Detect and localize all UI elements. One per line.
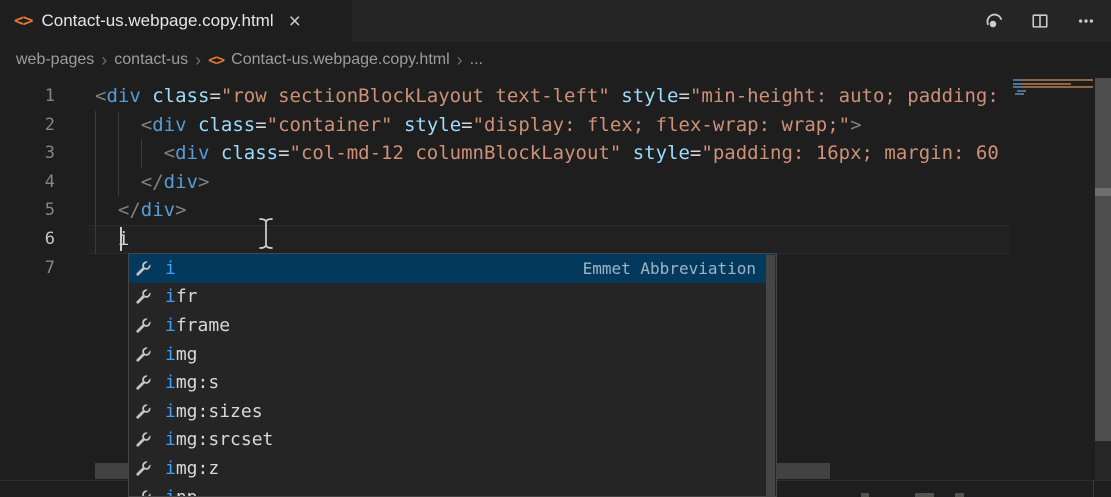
snippet-wrench-icon xyxy=(135,317,152,334)
suggest-item-i[interactable]: i Emmet Abbreviation xyxy=(129,254,776,283)
suggest-label-rest: fr xyxy=(176,286,198,307)
clipped-ui-fragment xyxy=(915,493,934,497)
suggest-label-match: i xyxy=(165,258,176,279)
line-number: 5 xyxy=(0,196,55,225)
breadcrumb-overflow[interactable]: ... xyxy=(470,51,483,69)
vertical-scrollbar[interactable] xyxy=(1095,78,1111,441)
suggest-item-img:s[interactable]: img:s xyxy=(129,368,776,397)
clipped-ui-fragment xyxy=(861,493,869,497)
suggest-item-img[interactable]: img xyxy=(129,340,776,369)
snippet-wrench-icon xyxy=(135,346,152,363)
line-number: 2 xyxy=(0,111,55,140)
suggest-label-match: i xyxy=(165,401,176,422)
suggest-label-rest: mg:z xyxy=(176,458,219,479)
mouse-ibeam-cursor xyxy=(256,217,276,255)
suggest-item-iframe[interactable]: iframe xyxy=(129,311,776,340)
suggest-item-ifr[interactable]: ifr xyxy=(129,283,776,312)
editor-tab[interactable]: <> Contact-us.webpage.copy.html × xyxy=(0,0,352,42)
suggest-detail: Emmet Abbreviation xyxy=(583,259,776,278)
overview-ruler-cursor-mark xyxy=(1095,188,1111,196)
tab-title: Contact-us.webpage.copy.html xyxy=(41,11,273,31)
clipped-ui-fragment xyxy=(955,493,964,497)
suggest-label-rest: np xyxy=(176,487,198,497)
suggest-label-match: i xyxy=(165,429,176,450)
html-file-icon: <> xyxy=(14,11,32,31)
suggest-label-rest: mg:sizes xyxy=(176,401,263,422)
snippet-wrench-icon xyxy=(135,288,152,305)
vscode-window: <> Contact-us.webpage.copy.html × xyxy=(0,0,1111,497)
suggest-label-rest: mg xyxy=(176,344,198,365)
html-file-icon: <> xyxy=(208,51,224,69)
snippet-wrench-icon xyxy=(135,431,152,448)
suggest-widget: iEmmet Abbreviationifriframeimgimg:simg:… xyxy=(128,253,777,497)
code-line[interactable]: <div class="row sectionBlockLayout text-… xyxy=(95,82,1010,111)
code-line[interactable]: </div> xyxy=(95,168,1010,197)
line-number: 4 xyxy=(0,168,55,197)
suggest-item-inp[interactable]: inp xyxy=(129,483,776,497)
split-editor-icon[interactable] xyxy=(1031,12,1049,30)
line-number: 6 xyxy=(0,225,55,254)
more-actions-icon[interactable] xyxy=(1077,12,1095,30)
close-tab-icon[interactable]: × xyxy=(289,11,301,32)
text-caret xyxy=(120,227,122,251)
suggest-label-rest: mg:srcset xyxy=(176,429,274,450)
breadcrumb-folder-contact-us[interactable]: contact-us xyxy=(114,51,188,69)
snippet-wrench-icon xyxy=(135,403,152,420)
snippet-wrench-icon xyxy=(135,460,152,477)
line-number: 1 xyxy=(0,82,55,111)
suggest-label-rest: frame xyxy=(176,315,230,336)
indent-guide xyxy=(95,111,96,254)
code-line[interactable]: <div class="col-md-12 columnBlockLayout"… xyxy=(95,139,1010,168)
suggest-item-img:z[interactable]: img:z xyxy=(129,454,776,483)
breadcrumb: web-pages › contact-us › <> Contact-us.w… xyxy=(0,42,1111,78)
breadcrumb-file[interactable]: Contact-us.webpage.copy.html xyxy=(231,51,449,69)
line-number: 7 xyxy=(0,254,55,283)
suggest-scrollbar[interactable] xyxy=(766,255,775,496)
editor-actions xyxy=(985,0,1095,42)
line-number: 3 xyxy=(0,139,55,168)
suggest-list: iEmmet Abbreviationifriframeimgimg:simg:… xyxy=(129,254,776,497)
chevron-right-icon: › xyxy=(94,51,114,69)
suggest-label-match: i xyxy=(165,315,176,336)
panel-divider xyxy=(1093,481,1094,497)
tab-bar: <> Contact-us.webpage.copy.html × xyxy=(0,0,1111,42)
suggest-item-img:sizes[interactable]: img:sizes xyxy=(129,397,776,426)
chevron-right-icon: › xyxy=(450,51,470,69)
suggest-item-img:srcset[interactable]: img:srcset xyxy=(129,426,776,455)
snippet-wrench-icon xyxy=(135,489,152,497)
suggest-label-match: i xyxy=(165,487,176,497)
suggest-label-match: i xyxy=(165,286,176,307)
breadcrumb-folder-web-pages[interactable]: web-pages xyxy=(16,51,94,69)
snippet-wrench-icon xyxy=(135,260,152,277)
code-line[interactable]: <div class="container" style="display: f… xyxy=(95,111,1010,140)
suggest-label-match: i xyxy=(165,344,176,365)
indent-guide xyxy=(141,139,142,168)
suggest-label-match: i xyxy=(165,372,176,393)
code-line[interactable]: </div> xyxy=(95,196,1010,225)
open-preview-icon[interactable] xyxy=(985,12,1003,30)
code-line[interactable]: i xyxy=(95,225,1010,254)
snippet-wrench-icon xyxy=(135,374,152,391)
indent-guide xyxy=(118,111,119,197)
chevron-right-icon: › xyxy=(188,51,208,69)
suggest-label-match: i xyxy=(165,458,176,479)
suggest-label-rest: mg:s xyxy=(176,372,219,393)
